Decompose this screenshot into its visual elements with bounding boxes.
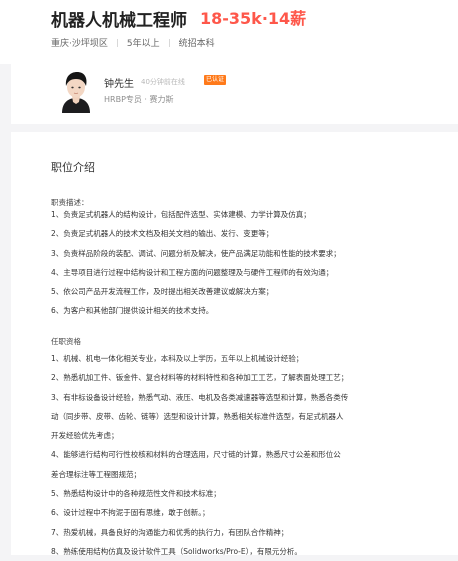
job-experience: 5年以上 — [126, 39, 160, 49]
meta-divider — [168, 39, 170, 47]
requirement-item: 8、熟练使用结构仿真及设计软件工具（Solidworks/Pro-E），有限元分… — [51, 546, 302, 556]
requirement-item: 3、有非标设备设计经验，熟悉气动、液压、电机及各类减速器等选型和计算，熟悉各类传 — [51, 392, 349, 402]
requirement-item: 1、机械、机电一体化相关专业，本科及以上学历，五年以上机械设计经验； — [51, 354, 304, 363]
verified-badge: 已认证 — [204, 75, 227, 85]
job-education: 统招本科 — [178, 39, 215, 49]
duty-item: 3、负责样品阶段的装配、调试、问题分析及解决，使产品满足功能和性能的技术要求； — [51, 248, 341, 258]
requirement-item: 动（同步带、皮带、齿轮、链等）选型和设计计算，熟悉相关标准件选型，有足式机器人 — [51, 411, 344, 421]
requirement-item: 4、能够进行结构可行性校核和材料的合理选用，尺寸链的计算，熟悉尺寸公差和形位公 — [51, 450, 341, 460]
requirement-item: 2、熟悉机加工件、钣金件、复合材料等的材料特性和各种加工工艺，了解表面处理工艺； — [51, 373, 349, 383]
recruiter-online-status: 40分钟前在线 — [141, 78, 185, 86]
duty-item: 1、负责足式机器人的结构设计，包括配件选型、实体建模、力学计算及仿真； — [51, 210, 311, 219]
requirement-item: 5、熟悉结构设计中的各种规范性文件和技术标准； — [51, 489, 221, 499]
duty-item: 4、主导项目进行过程中结构设计和工程方面的问题整理及与硬件工程师的有效沟通； — [51, 267, 334, 277]
requirement-item: 6、设计过程中不拘泥于固有思维，敢于创新。； — [51, 508, 210, 518]
recruiter-card[interactable]: 钟先生 40分钟前在线 已认证 HRBP专员 · 赛力斯 — [11, 62, 458, 124]
recruiter-role: HRBP专员 · 赛力斯 — [104, 95, 174, 104]
requirement-item: 开发经验优先考虑； — [51, 431, 119, 441]
requirements-list: 1、机械、机电一体化相关专业，本科及以上学历，五年以上机械设计经验； 2、熟悉机… — [51, 349, 436, 561]
duty-item: 6、为客户和其他部门提供设计相关的技术支持。 — [51, 306, 214, 316]
requirement-item: 差合理标注等工程图规范； — [51, 469, 141, 479]
job-header: 机器人机械工程师 18-35k·14薪 重庆·沙坪坝区 5年以上 统招本科 — [0, 0, 458, 64]
section-heading: 职位介绍 — [51, 161, 95, 174]
job-description-card: 职位介绍 职责描述： 1、负责足式机器人的结构设计，包括配件选型、实体建模、力学… — [11, 132, 458, 556]
job-location: 重庆·沙坪坝区 — [51, 39, 108, 49]
avatar[interactable] — [56, 69, 96, 113]
requirement-item: 7、热爱机械，具备良好的沟通能力和优秀的执行力，有团队合作精神； — [51, 527, 289, 537]
duty-item: 5、依公司产品开发流程工作，及时提出相关改善建议或解决方案； — [51, 287, 274, 297]
recruiter-name: 钟先生 — [104, 79, 134, 90]
job-meta: 重庆·沙坪坝区 5年以上 统招本科 — [51, 36, 215, 49]
duties-list: 1、负责足式机器人的结构设计，包括配件选型、实体建模、力学计算及仿真； 2、负责… — [51, 205, 436, 321]
job-title: 机器人机械工程师 — [51, 11, 187, 31]
job-salary: 18-35k·14薪 — [200, 9, 307, 28]
meta-divider — [116, 39, 118, 47]
duty-item: 2、负责足式机器人的技术文档及相关文档的输出、发行、变更等； — [51, 229, 274, 239]
requirements-title: 任职资格 — [51, 337, 81, 346]
